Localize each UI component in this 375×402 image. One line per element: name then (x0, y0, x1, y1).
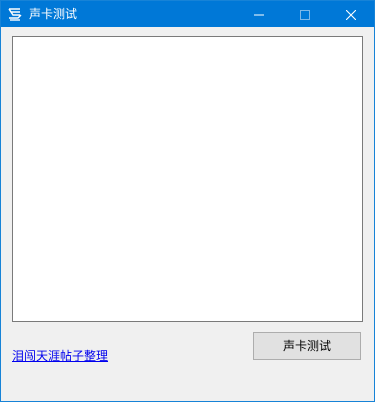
minimize-icon (254, 5, 264, 24)
app-logo-icon (7, 6, 23, 22)
maximize-icon (300, 5, 310, 24)
maximize-button (282, 1, 328, 27)
title-bar[interactable]: 声卡测试 (1, 1, 374, 27)
minimize-button[interactable] (236, 1, 282, 27)
window-title: 声卡测试 (29, 7, 78, 21)
close-icon (345, 5, 357, 24)
close-button[interactable] (328, 1, 374, 27)
app-window: 声卡测试 泪闯天涯帖子整理 声卡测试 (0, 0, 375, 402)
output-textbox[interactable] (12, 36, 363, 322)
sound-card-test-button[interactable]: 声卡测试 (253, 332, 361, 360)
forum-link[interactable]: 泪闯天涯帖子整理 (12, 348, 108, 364)
